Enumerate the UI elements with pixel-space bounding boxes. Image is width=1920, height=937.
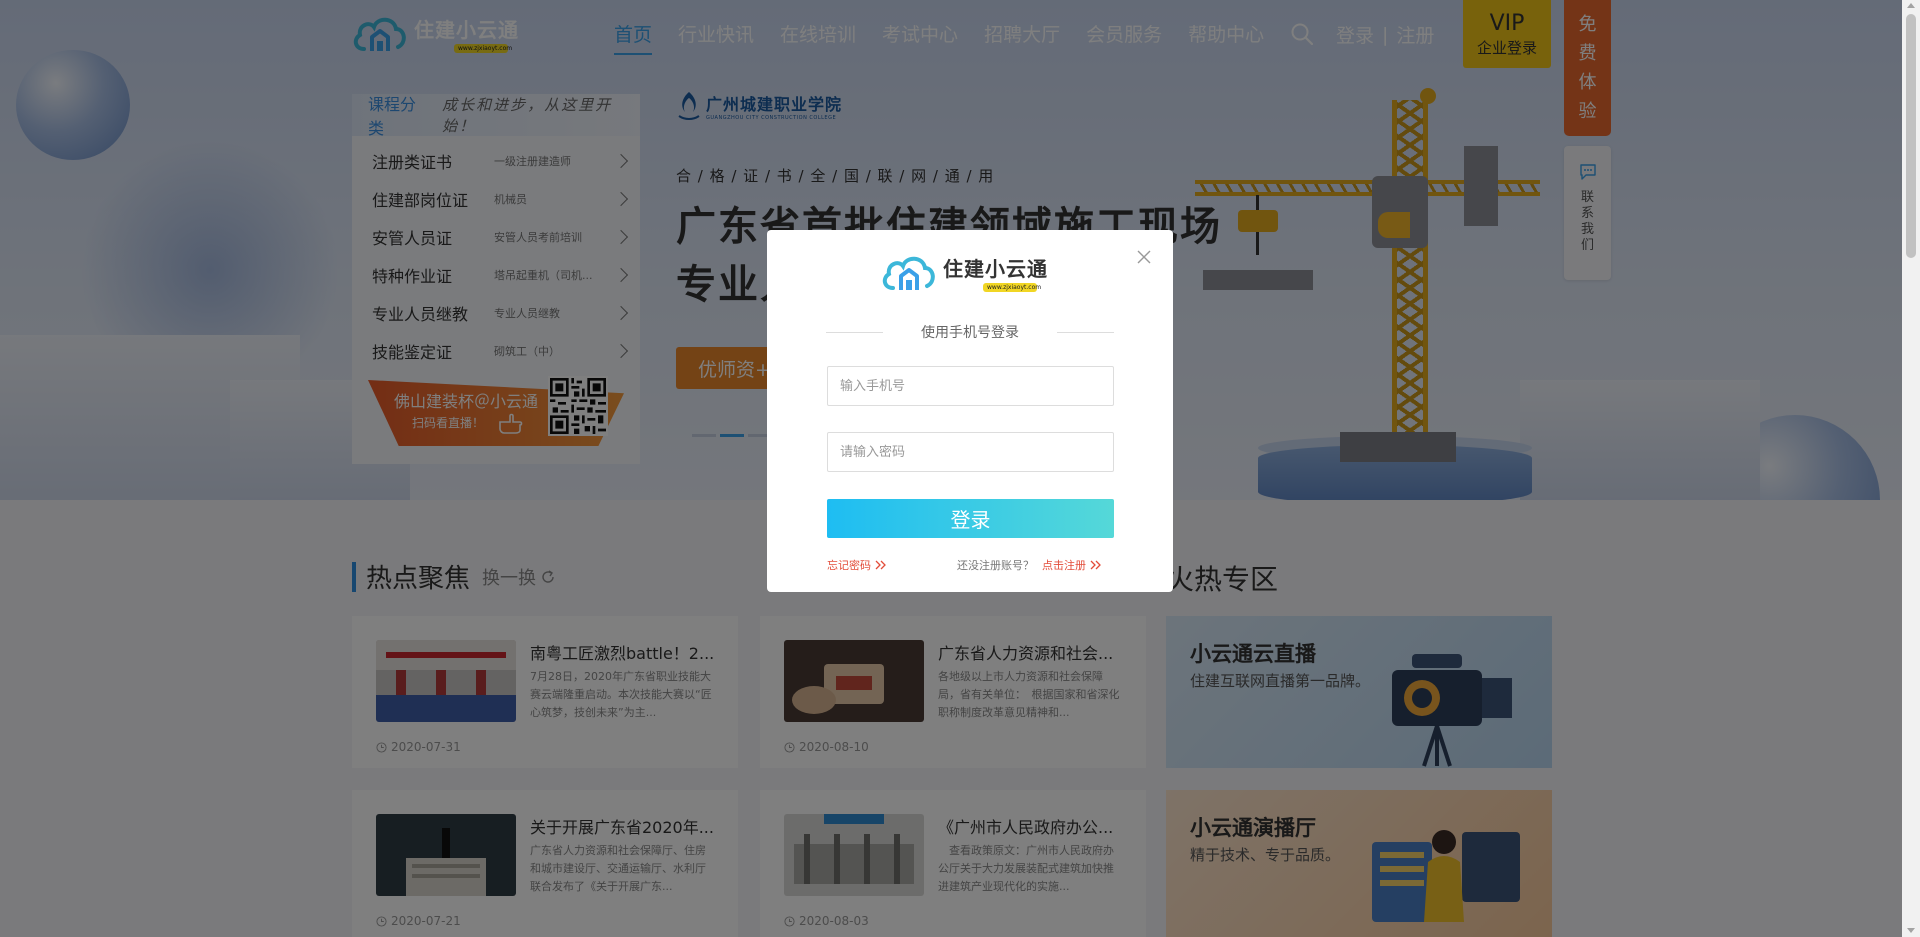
close-icon[interactable]	[1135, 248, 1153, 266]
double-chevron-right-icon	[1090, 560, 1101, 570]
register-prompt: 还没注册账号？ 点击注册	[957, 557, 1102, 573]
login-method-heading: 使用手机号登录	[826, 322, 1114, 342]
no-account-text: 还没注册账号？	[957, 559, 1034, 572]
password-input[interactable]	[827, 432, 1114, 472]
login-modal: 住建小云通 www.zjxiaoyt.com 使用手机号登录 登录 忘记密码 还…	[767, 230, 1173, 592]
cloud-logo-icon	[882, 256, 935, 290]
page-scrollbar[interactable]	[1902, 0, 1920, 937]
modal-logo-name: 住建小云通	[943, 256, 1048, 281]
divider	[1057, 331, 1114, 333]
modal-logo: 住建小云通 www.zjxiaoyt.com	[881, 250, 1048, 294]
forgot-password-label: 忘记密码	[827, 559, 871, 572]
scroll-thumb[interactable]	[1906, 14, 1916, 258]
modal-logo-url: www.zjxiaoyt.com	[983, 282, 1041, 292]
login-method-label: 使用手机号登录	[921, 325, 1019, 341]
scroll-up-arrow-icon[interactable]	[1907, 3, 1915, 8]
register-now-link[interactable]: 点击注册	[1042, 557, 1086, 573]
forgot-password-link[interactable]: 忘记密码	[827, 557, 887, 573]
double-chevron-right-icon	[875, 560, 886, 570]
divider	[826, 331, 883, 333]
phone-input[interactable]	[827, 366, 1114, 406]
scroll-down-arrow-icon[interactable]	[1907, 928, 1915, 933]
login-submit-button[interactable]: 登录	[827, 499, 1114, 538]
